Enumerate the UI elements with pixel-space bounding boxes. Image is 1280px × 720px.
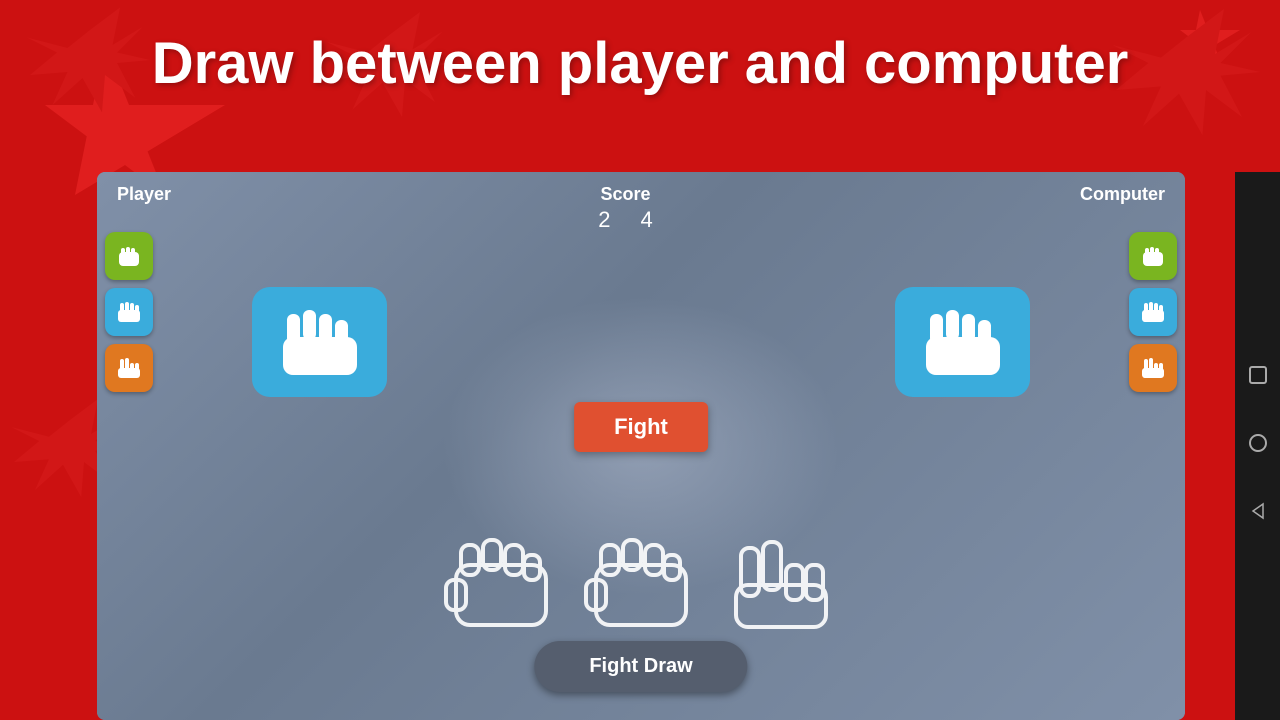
computer-selected-hand: [895, 287, 1030, 397]
left-rock-icon[interactable]: [105, 232, 153, 280]
nav-square-button[interactable]: [1247, 364, 1269, 392]
left-scissors-icon[interactable]: [105, 344, 153, 392]
nav-back-button[interactable]: [1247, 500, 1269, 528]
fight-button[interactable]: Fight: [574, 402, 708, 452]
player-selected-hand: [252, 287, 387, 397]
header-row: Player Score 2 4 Computer: [97, 172, 1185, 233]
android-nav-bar: [1235, 172, 1280, 720]
score-box: Score 2 4: [598, 184, 653, 233]
page-title: Draw between player and computer: [0, 30, 1280, 97]
device-frame: Player Score 2 4 Computer: [97, 172, 1185, 720]
game-area: Player Score 2 4 Computer: [97, 172, 1185, 720]
computer-score: 4: [641, 207, 653, 233]
score-numbers: 2 4: [598, 207, 653, 233]
right-paper-icon[interactable]: [1129, 288, 1177, 336]
player-label: Player: [117, 184, 171, 205]
player-score: 2: [598, 207, 610, 233]
left-move-icons: [105, 232, 153, 392]
nav-circle-button[interactable]: [1247, 432, 1269, 460]
right-move-icons: [1129, 232, 1177, 392]
fight-draw-button[interactable]: Fight Draw: [534, 641, 747, 692]
score-title: Score: [598, 184, 653, 205]
left-paper-icon[interactable]: [105, 288, 153, 336]
battle-area: [421, 530, 861, 640]
right-scissors-icon[interactable]: [1129, 344, 1177, 392]
computer-label: Computer: [1080, 184, 1165, 205]
right-rock-icon[interactable]: [1129, 232, 1177, 280]
